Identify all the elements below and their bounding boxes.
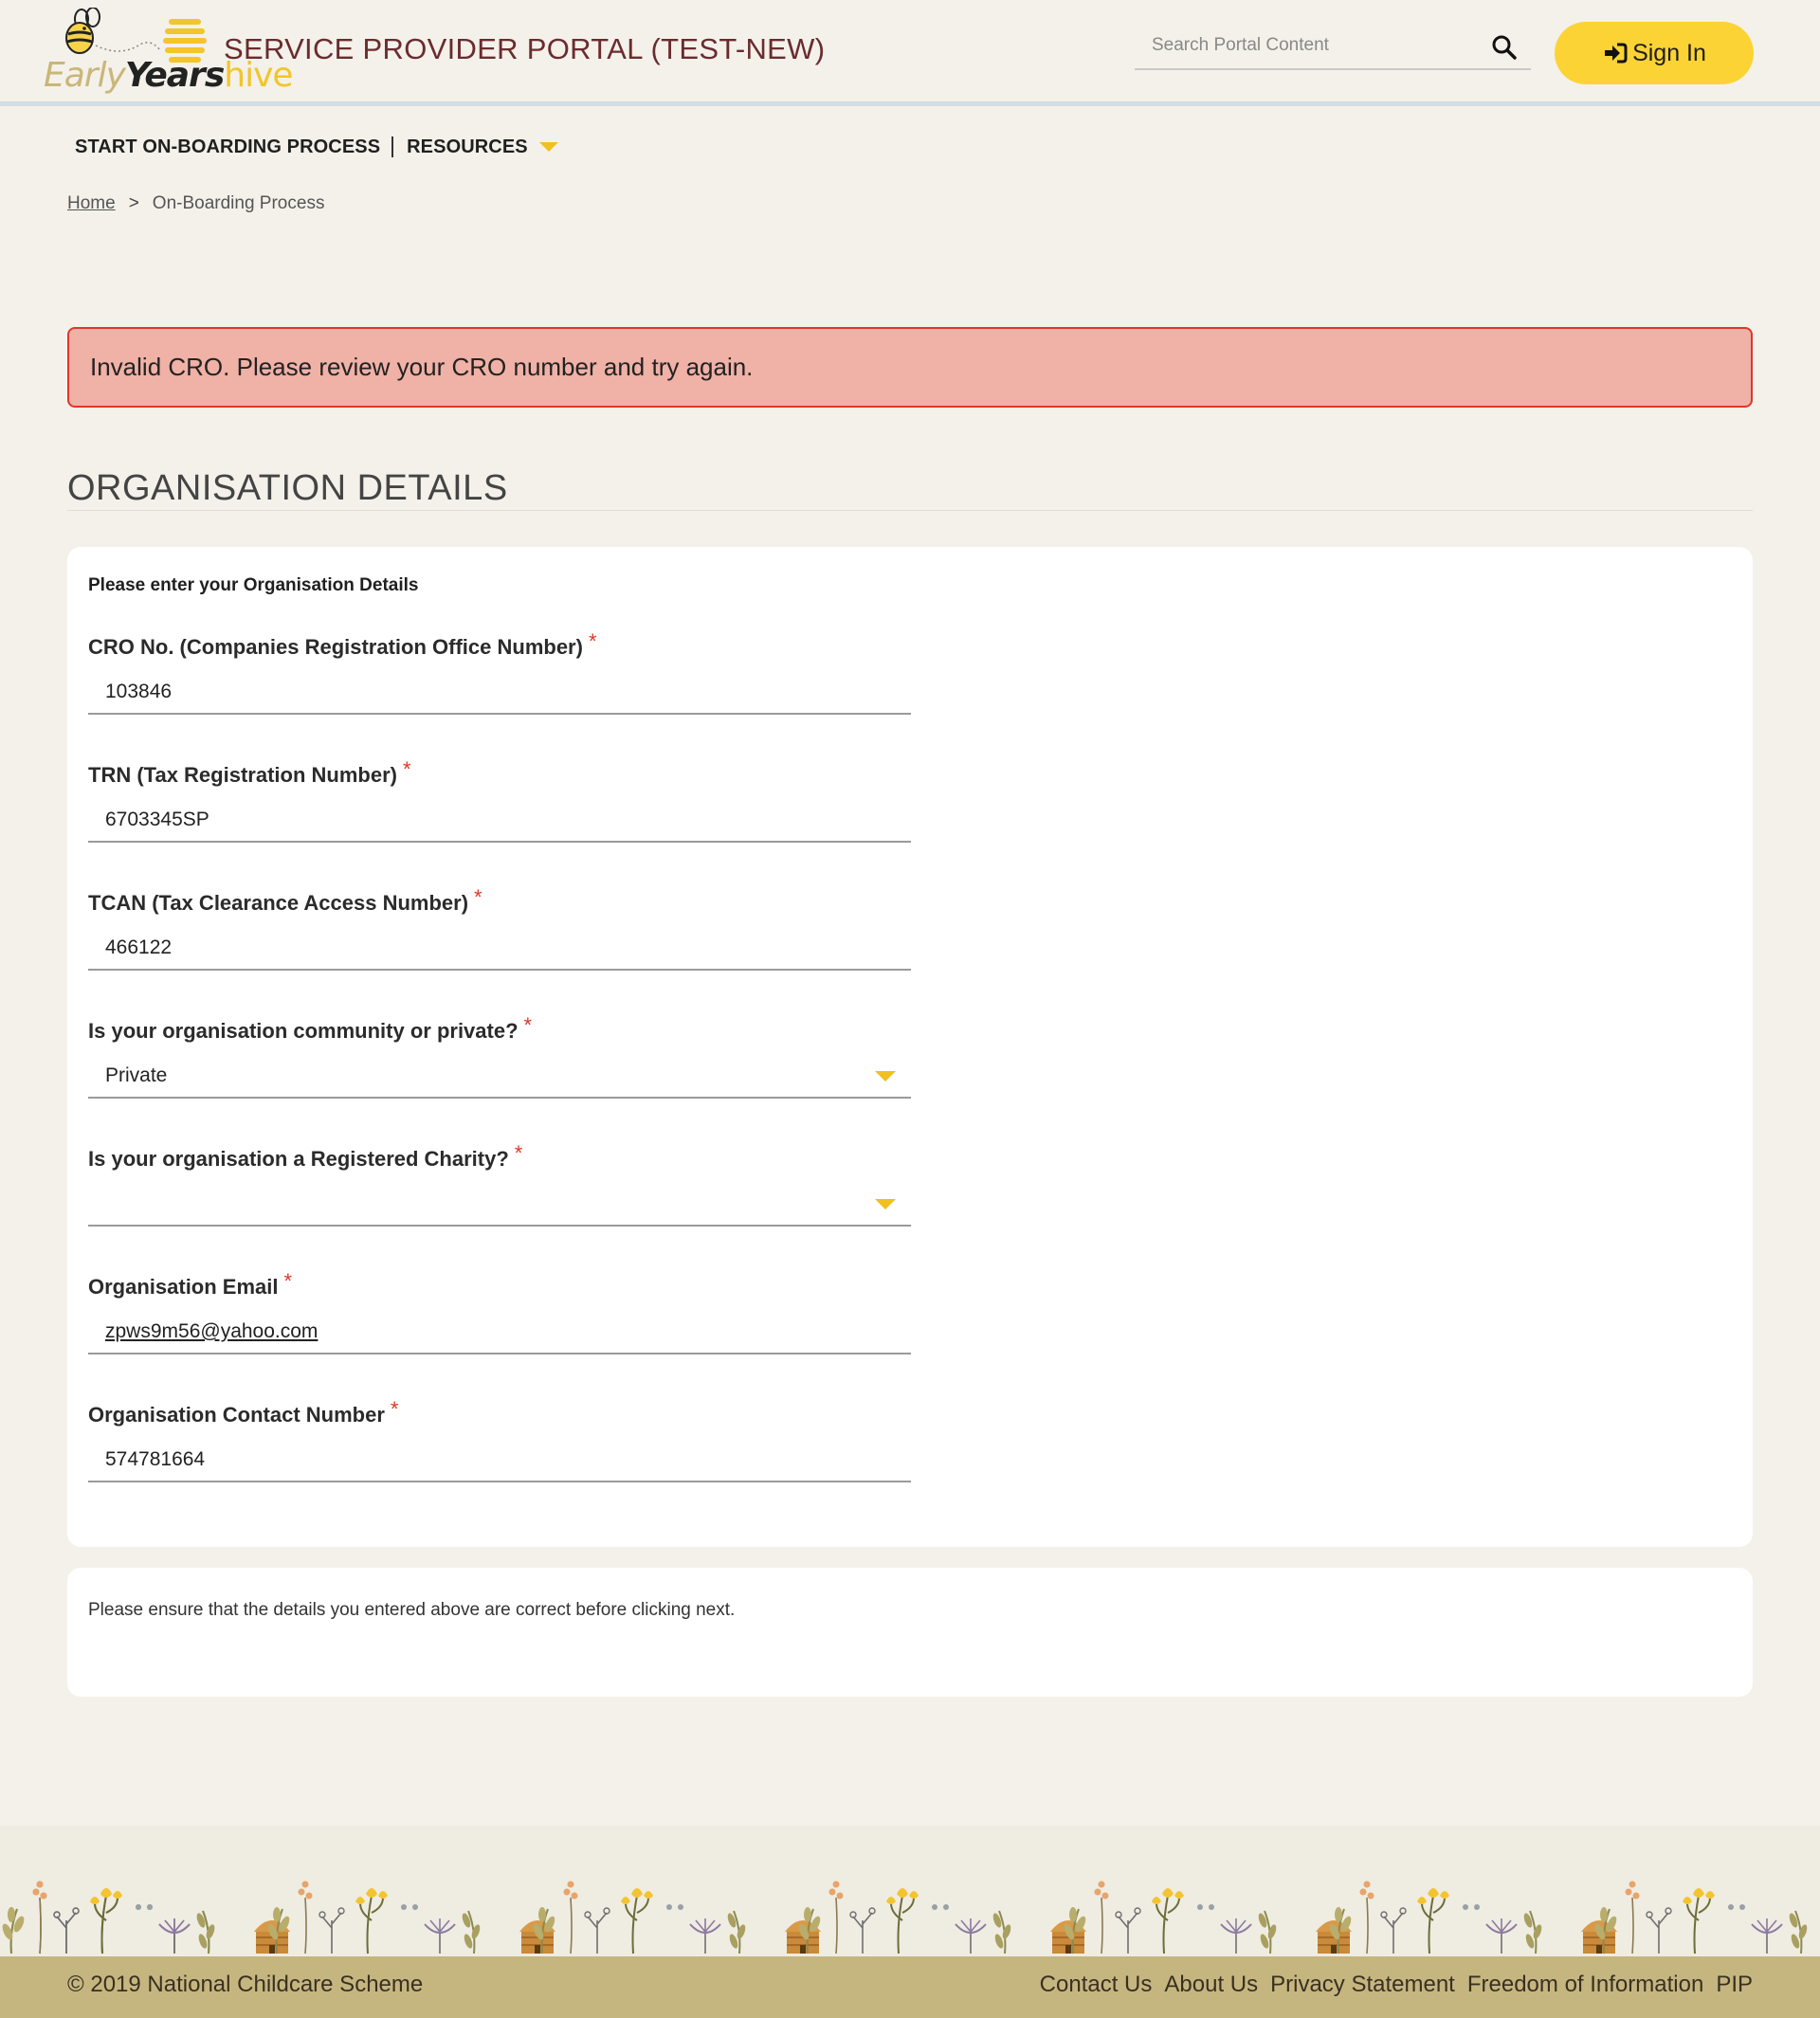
- notice-card: Please ensure that the details you enter…: [67, 1568, 1753, 1697]
- search-input[interactable]: [1135, 27, 1476, 64]
- nav-divider: [391, 136, 394, 157]
- required-marker: *: [390, 1397, 399, 1421]
- cro-input[interactable]: [88, 673, 911, 711]
- error-alert: Invalid CRO. Please review your CRO numb…: [67, 327, 1753, 408]
- community-private-selected-value: Private: [105, 1064, 168, 1086]
- footer-link-about-us[interactable]: About Us: [1164, 1972, 1258, 1998]
- logo-years: Years: [124, 56, 225, 95]
- floral-decoration-icon: [0, 1880, 1820, 1954]
- tcan-input-wrapper: [88, 929, 911, 971]
- footer-copyright: © 2019 National Childcare Scheme: [67, 1972, 424, 1997]
- breadcrumb-current: On-Boarding Process: [152, 193, 325, 213]
- community-private-label: Is your organisation community or privat…: [88, 1013, 911, 1044]
- trn-label-text: TRN (Tax Registration Number): [88, 763, 397, 787]
- search-button[interactable]: [1491, 34, 1518, 61]
- logo-early: Early: [44, 56, 126, 95]
- organisation-email-label-text: Organisation Email: [88, 1275, 279, 1299]
- contact-number-input-wrapper: [88, 1441, 911, 1482]
- footer-link-pip[interactable]: PIP: [1716, 1972, 1753, 1998]
- community-private-label-text: Is your organisation community or privat…: [88, 1019, 519, 1043]
- tcan-input[interactable]: [88, 929, 911, 967]
- cro-input-wrapper: [88, 673, 911, 715]
- footer-link-freedom-of-information[interactable]: Freedom of Information: [1467, 1972, 1703, 1998]
- footer-links: Contact Us About Us Privacy Statement Fr…: [1040, 1972, 1753, 1998]
- trn-label: TRN (Tax Registration Number) *: [88, 757, 911, 788]
- trn-field: TRN (Tax Registration Number) *: [88, 757, 911, 843]
- main-nav: START ON-BOARDING PROCESS RESOURCES: [75, 133, 558, 161]
- organisation-email-value[interactable]: zpws9m56@yahoo.com: [88, 1313, 911, 1351]
- sign-in-button[interactable]: Sign In: [1555, 22, 1754, 84]
- contact-number-input[interactable]: [88, 1441, 911, 1479]
- breadcrumb-home-link[interactable]: Home: [67, 193, 116, 214]
- organisation-email-field: Organisation Email * zpws9m56@yahoo.com: [88, 1269, 911, 1354]
- caret-down-icon: [875, 1199, 896, 1209]
- organisation-email-input[interactable]: zpws9m56@yahoo.com: [88, 1313, 911, 1354]
- site-header: EarlyYearshive SERVICE PROVIDER PORTAL (…: [0, 0, 1820, 106]
- floral-decoration-band: [0, 1826, 1820, 1956]
- tcan-label-text: TCAN (Tax Clearance Access Number): [88, 891, 469, 915]
- organisation-email-label: Organisation Email *: [88, 1269, 911, 1300]
- cro-label: CRO No. (Companies Registration Office N…: [88, 629, 911, 660]
- caret-down-icon: [875, 1071, 896, 1082]
- breadcrumb: Home > On-Boarding Process: [67, 193, 324, 214]
- tcan-label: TCAN (Tax Clearance Access Number) *: [88, 885, 911, 916]
- site-footer: © 2019 National Childcare Scheme Contact…: [0, 1956, 1820, 2018]
- registered-charity-select[interactable]: [88, 1185, 911, 1227]
- search-bar: [1135, 27, 1531, 70]
- required-marker: *: [514, 1141, 523, 1165]
- footer-link-contact-us[interactable]: Contact Us: [1040, 1972, 1153, 1998]
- trn-input-wrapper: [88, 801, 911, 843]
- sign-in-label: Sign In: [1632, 39, 1706, 66]
- tcan-field: TCAN (Tax Clearance Access Number) *: [88, 885, 911, 971]
- early-years-hive-logo[interactable]: EarlyYearshive: [44, 8, 294, 99]
- community-private-select[interactable]: Private: [88, 1057, 911, 1099]
- contact-number-label-text: Organisation Contact Number: [88, 1403, 385, 1427]
- community-private-field: Is your organisation community or privat…: [88, 1013, 911, 1099]
- contact-number-label: Organisation Contact Number *: [88, 1397, 911, 1427]
- nav-item-onboarding[interactable]: START ON-BOARDING PROCESS: [75, 136, 380, 158]
- registered-charity-selected-value: [88, 1185, 911, 1223]
- trn-input[interactable]: [88, 801, 911, 839]
- required-marker: *: [402, 757, 411, 781]
- footer-link-privacy-statement[interactable]: Privacy Statement: [1270, 1972, 1455, 1998]
- cro-field: CRO No. (Companies Registration Office N…: [88, 629, 911, 715]
- required-marker: *: [474, 885, 482, 909]
- form-intro: Please enter your Organisation Details: [88, 575, 419, 595]
- cro-label-text: CRO No. (Companies Registration Office N…: [88, 635, 583, 659]
- error-alert-message: Invalid CRO. Please review your CRO numb…: [90, 353, 754, 381]
- search-icon: [1492, 35, 1517, 60]
- registered-charity-label: Is your organisation a Registered Charit…: [88, 1141, 911, 1172]
- section-title: ORGANISATION DETAILS: [67, 466, 1753, 511]
- organisation-details-card: Please enter your Organisation Details C…: [67, 547, 1753, 1547]
- notice-text: Please ensure that the details you enter…: [88, 1600, 736, 1620]
- portal-title: SERVICE PROVIDER PORTAL (TEST-NEW): [224, 32, 826, 65]
- required-marker: *: [283, 1269, 293, 1293]
- caret-down-icon[interactable]: [538, 142, 558, 152]
- sign-in-icon: [1605, 43, 1628, 64]
- registered-charity-field: Is your organisation a Registered Charit…: [88, 1141, 911, 1227]
- breadcrumb-separator: >: [128, 193, 139, 213]
- contact-number-field: Organisation Contact Number *: [88, 1397, 911, 1482]
- required-marker: *: [588, 629, 597, 653]
- required-marker: *: [523, 1013, 533, 1037]
- registered-charity-label-text: Is your organisation a Registered Charit…: [88, 1147, 509, 1171]
- nav-item-resources[interactable]: RESOURCES: [407, 136, 528, 158]
